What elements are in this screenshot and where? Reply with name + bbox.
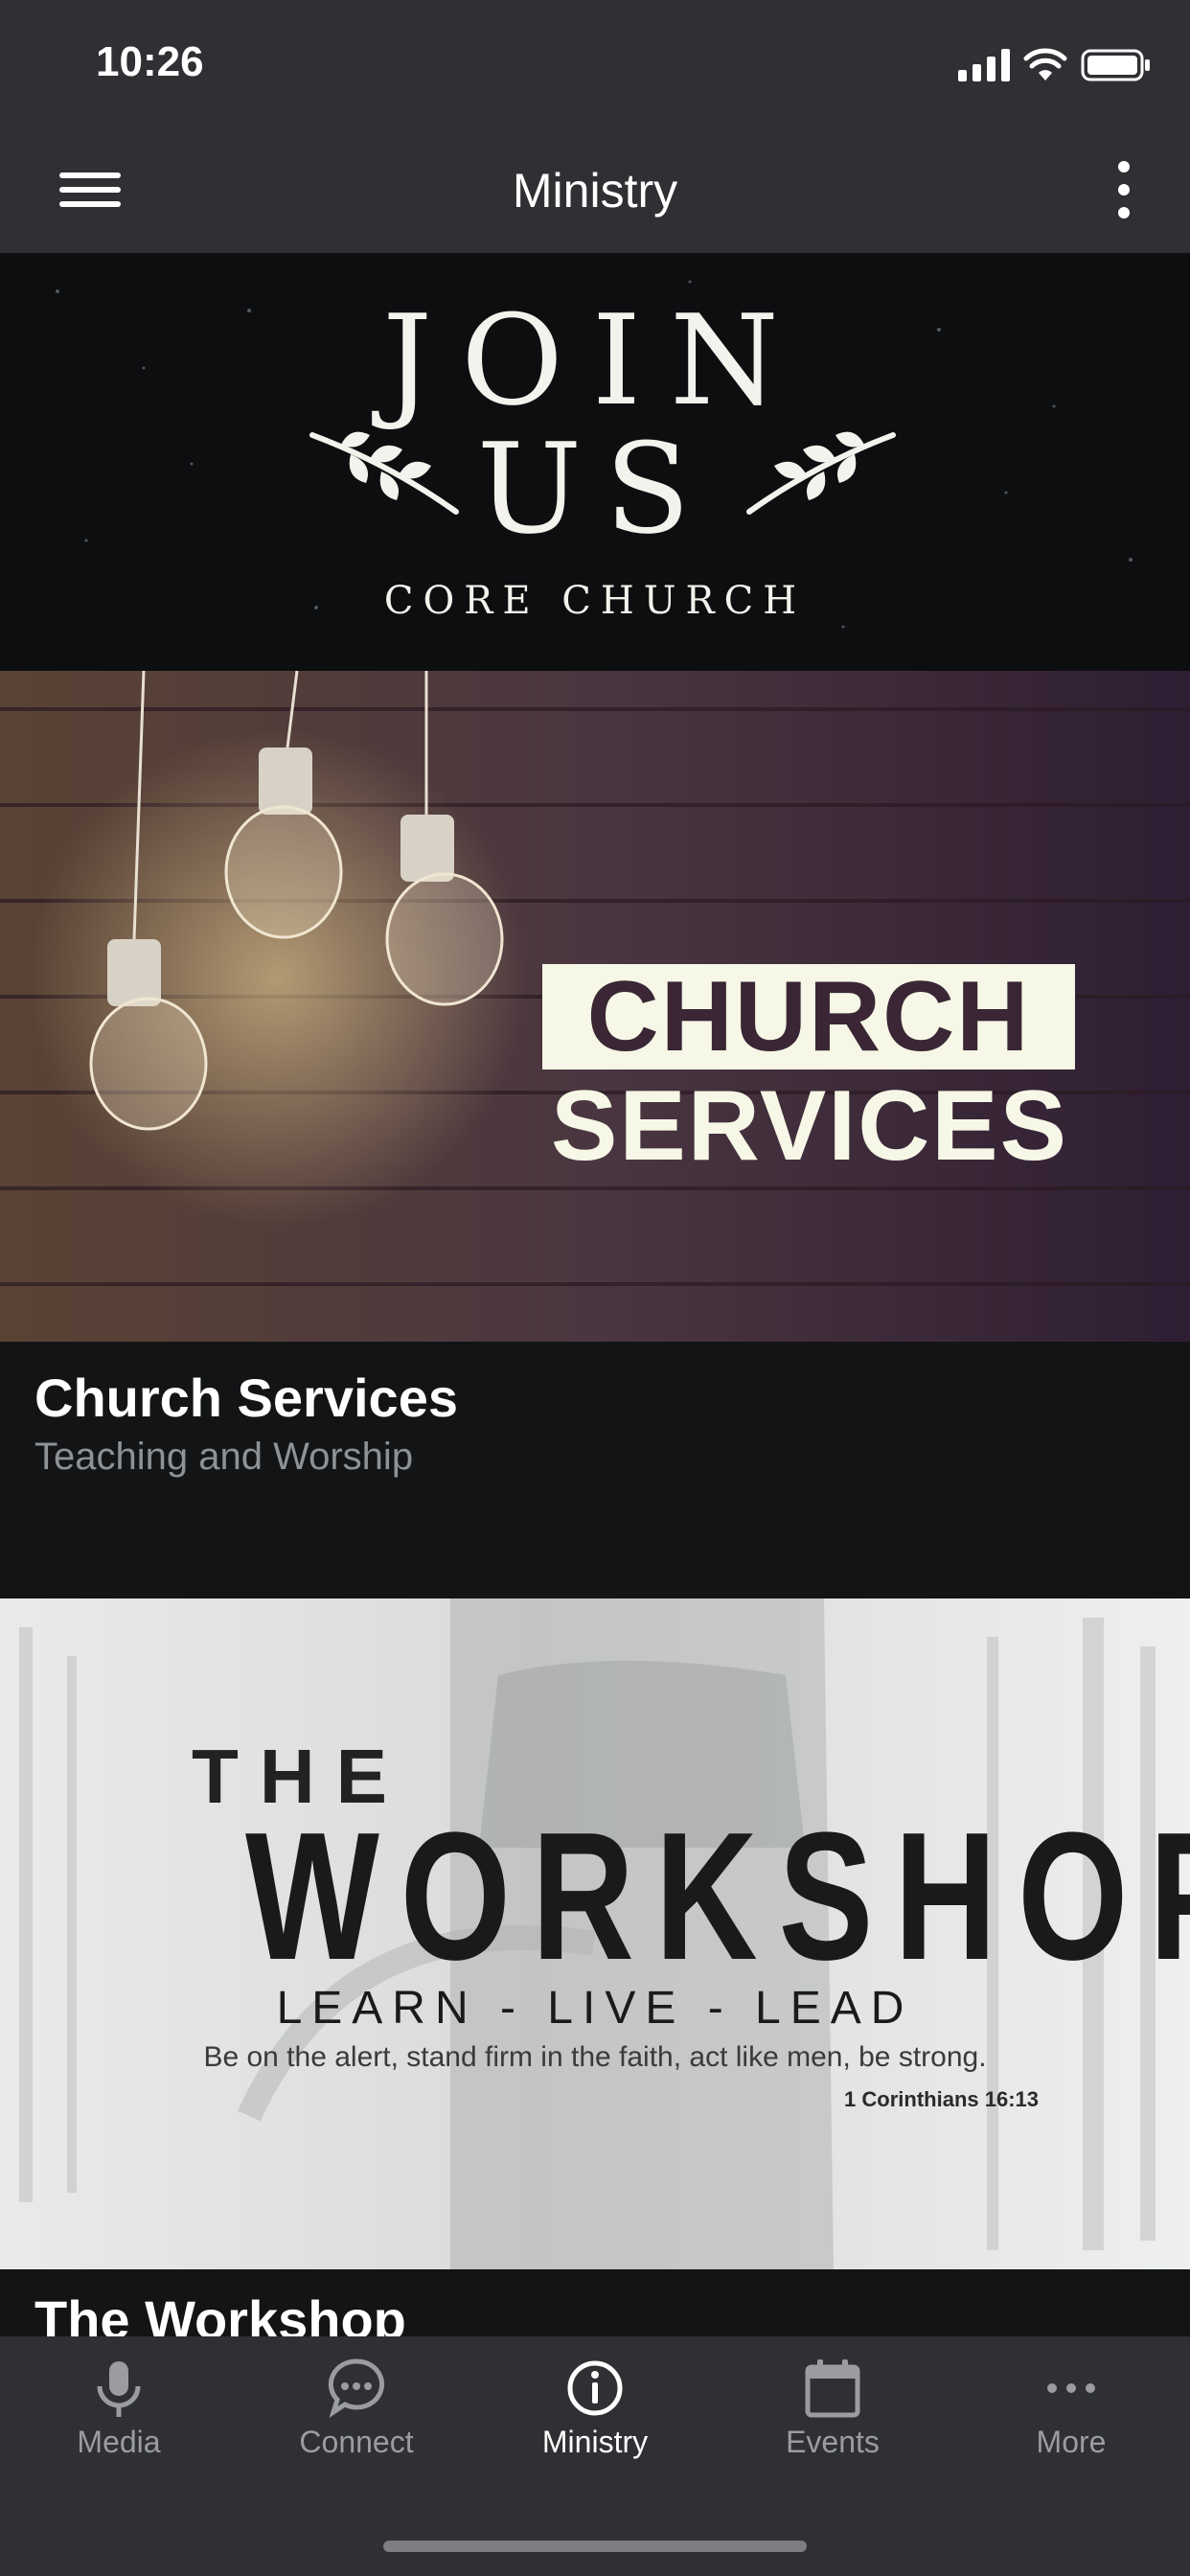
card-title: Church Services — [34, 1368, 458, 1428]
image-verse: Be on the alert, stand firm in the faith… — [203, 2041, 987, 2073]
status-time: 10:26 — [96, 38, 204, 85]
image-word-church: CHURCH — [586, 961, 1031, 1072]
tab-label: Connect — [299, 2425, 414, 2459]
status-bar: 10:26 — [0, 0, 1190, 126]
workshop-image[interactable]: THE WORKSHOP LEARN - LIVE - LEAD Be on t… — [0, 1598, 1190, 2269]
join-us-banner[interactable]: JOIN US CORE CHURCH — [0, 253, 1190, 671]
signal-icon — [958, 49, 1010, 81]
image-word-services: SERVICES — [550, 1070, 1069, 1182]
tab-label: Ministry — [541, 2425, 649, 2459]
status-icons — [958, 46, 1152, 84]
church-services-card[interactable]: Church Services Teaching and Worship — [0, 1342, 1190, 1598]
chat-bubble-icon — [328, 2358, 385, 2418]
ministry-list[interactable]: JOIN US CORE CHURCH CHURCH SERVICES Chur… — [0, 253, 1190, 2336]
wifi-icon — [1023, 48, 1067, 80]
banner-line2: US — [476, 416, 714, 562]
banner-subtitle: CORE CHURCH — [383, 579, 807, 623]
tab-label: More — [1036, 2425, 1107, 2459]
tab-label: Media — [77, 2425, 161, 2459]
tab-bar: Media Connect Ministry Events More — [0, 2336, 1190, 2576]
card-title: The Workshop — [34, 2289, 406, 2336]
calendar-icon — [805, 2359, 860, 2418]
image-word-workshop: WORKSHOP — [245, 1795, 1190, 1998]
tab-more[interactable]: More — [952, 2336, 1190, 2499]
microphone-icon — [97, 2361, 141, 2417]
tab-media[interactable]: Media — [0, 2336, 238, 2499]
tab-events[interactable]: Events — [714, 2336, 951, 2499]
image-tagline: LEARN - LIVE - LEAD — [276, 1983, 914, 2034]
banner-line1: JOIN — [382, 288, 808, 433]
image-verse-reference: 1 Corinthians 16:13 — [844, 2087, 1039, 2111]
page-title: Ministry — [512, 164, 678, 218]
workshop-card[interactable]: The Workshop — [0, 2269, 1190, 2336]
more-vertical-icon[interactable] — [1094, 155, 1152, 224]
laurel-right-icon — [746, 431, 896, 515]
tab-label: Events — [786, 2425, 880, 2459]
church-services-image[interactable]: CHURCH SERVICES — [0, 671, 1190, 1342]
battery-icon — [1081, 49, 1150, 81]
nav-bar: Ministry — [0, 126, 1190, 253]
info-icon — [567, 2360, 623, 2416]
more-horizontal-icon — [1047, 2383, 1095, 2393]
laurel-left-icon — [309, 431, 459, 515]
home-indicator — [383, 2541, 807, 2552]
tab-connect[interactable]: Connect — [238, 2336, 475, 2499]
card-subtitle: Teaching and Worship — [34, 1436, 414, 1478]
tab-ministry[interactable]: Ministry — [476, 2336, 714, 2499]
